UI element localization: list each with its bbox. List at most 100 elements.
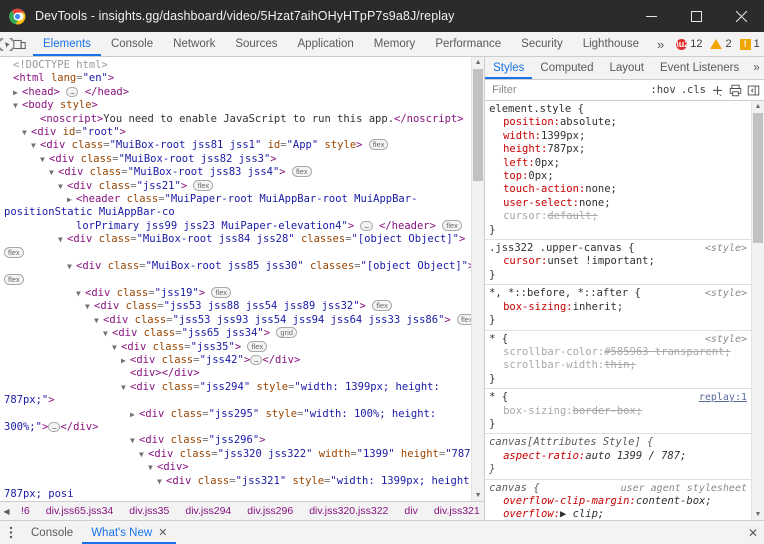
toggle-sidebar-icon[interactable] xyxy=(747,84,760,97)
tree-twisty-icon[interactable] xyxy=(130,434,139,447)
breadcrumb-item[interactable]: div.jss35 xyxy=(121,505,177,517)
breadcrumb-item[interactable]: div.jss65.jss34 xyxy=(38,505,122,517)
tree-twisty-icon[interactable] xyxy=(13,86,22,99)
style-value[interactable]: none; xyxy=(579,197,611,209)
breadcrumb-item[interactable]: div.jss294 xyxy=(177,505,239,517)
dom-tree-node[interactable]: <div class="jss294" style="width: 1399px… xyxy=(0,381,484,408)
tree-twisty-icon[interactable] xyxy=(67,260,76,273)
tree-twisty-icon[interactable] xyxy=(40,153,49,166)
style-declaration[interactable]: overflow: ▶ clip; xyxy=(489,508,751,520)
styles-scroll-up-arrow[interactable]: ▲ xyxy=(752,101,764,112)
tree-twisty-icon[interactable] xyxy=(13,99,22,112)
dom-tree-node[interactable]: <div class="jss53 jss93 jss54 jss94 jss6… xyxy=(0,313,484,327)
style-property[interactable]: width: xyxy=(489,130,541,143)
breadcrumb-item[interactable]: div.jss320.jss322 xyxy=(301,505,396,517)
style-property[interactable]: scrollbar-color: xyxy=(489,346,604,359)
style-value[interactable]: thin; xyxy=(604,359,636,371)
tree-twisty-icon[interactable] xyxy=(58,180,67,193)
tab-memory[interactable]: Memory xyxy=(364,32,426,56)
tree-twisty-icon[interactable] xyxy=(121,354,130,367)
style-declaration[interactable]: position: absolute; xyxy=(489,116,751,129)
styles-filter-input[interactable] xyxy=(490,83,646,97)
style-declaration[interactable]: user-select: none; xyxy=(489,197,751,210)
tree-twisty-icon[interactable] xyxy=(157,475,166,488)
style-rule[interactable]: canvas[Attributes Style] {aspect-ratio: … xyxy=(485,434,751,480)
tab-network[interactable]: Network xyxy=(163,32,225,56)
style-property[interactable]: box-sizing: xyxy=(489,301,573,314)
dom-tree-node[interactable]: <div id="root"> xyxy=(0,126,484,139)
style-declaration[interactable]: cursor: default; xyxy=(489,210,751,223)
dom-tree-node[interactable]: <div class="MuiBox-root jss84 jss28" cla… xyxy=(0,233,484,260)
tree-twisty-icon[interactable] xyxy=(148,461,157,474)
style-rule[interactable]: .jss322 .upper-canvas {<style> cursor: un… xyxy=(485,240,751,286)
style-rule-selector[interactable]: element.style { xyxy=(489,103,751,116)
dom-tree-node[interactable]: <noscript>You need to enable JavaScript … xyxy=(0,113,484,126)
dom-tree-node[interactable]: <div class="jss53 jss88 jss54 jss89 jss3… xyxy=(0,300,484,313)
dom-tree-node[interactable]: lorPrimary jss99 jss23 MuiPaper-elevatio… xyxy=(0,219,484,233)
dom-tree-node[interactable]: <div class="jss321" style="width: 1399px… xyxy=(0,475,484,501)
style-declaration[interactable]: cursor: unset !important; xyxy=(489,255,751,268)
dom-tree-node[interactable]: <div class="MuiBox-root jss83 jss4"> fle… xyxy=(0,166,484,179)
style-value[interactable]: 787px; xyxy=(547,143,585,155)
style-rule-selector[interactable]: canvas[Attributes Style] { xyxy=(489,436,751,449)
style-property[interactable]: height: xyxy=(489,143,547,156)
breadcrumb-item[interactable]: !6 xyxy=(13,505,38,517)
style-value[interactable]: none; xyxy=(585,183,617,195)
style-declaration[interactable]: width: 1399px; xyxy=(489,130,751,143)
style-property[interactable]: cursor: xyxy=(489,255,547,268)
minimize-button[interactable] xyxy=(629,0,674,32)
style-declaration[interactable]: box-sizing: border-box; xyxy=(489,405,751,418)
style-declaration[interactable]: left: 0px; xyxy=(489,157,751,170)
dom-tree-node[interactable]: <div class="MuiBox-root jss82 jss3"> xyxy=(0,153,484,166)
dom-tree-node[interactable]: <div></div> xyxy=(0,367,484,380)
dom-tree-node[interactable]: <div class="jss35"> flex xyxy=(0,340,484,354)
warning-count-badge[interactable]: 2 xyxy=(706,38,735,50)
dom-tree-node[interactable]: <head> … </head> xyxy=(0,86,484,99)
style-rule[interactable]: element.style {position: absolute; width:… xyxy=(485,101,751,241)
tree-twisty-icon[interactable] xyxy=(58,233,67,246)
plus-icon[interactable] xyxy=(711,84,724,97)
breadcrumb-item[interactable]: div xyxy=(396,505,425,517)
style-declaration[interactable]: touch-action: none; xyxy=(489,183,751,196)
style-value[interactable]: absolute; xyxy=(560,116,617,128)
tree-twisty-icon[interactable] xyxy=(130,408,139,421)
style-property[interactable]: touch-action: xyxy=(489,183,585,196)
device-toolbar-icon[interactable] xyxy=(13,32,26,56)
drawer-tab-console[interactable]: Console xyxy=(22,521,82,544)
tree-twisty-icon[interactable] xyxy=(22,126,31,139)
styles-scroll-down-arrow[interactable]: ▼ xyxy=(752,509,764,520)
tree-twisty-icon[interactable] xyxy=(139,448,148,461)
style-rule[interactable]: * {replay:1 box-sizing: border-box;} xyxy=(485,389,751,435)
print-media-icon[interactable] xyxy=(729,84,742,97)
style-declaration[interactable]: scrollbar-color: #585963 transparent; xyxy=(489,346,751,359)
dom-tree-node[interactable]: <div class="MuiBox-root jss81 jss1" id="… xyxy=(0,139,484,152)
element-classes-button[interactable]: .cls xyxy=(681,84,706,96)
styles-more-tabs-icon[interactable]: » xyxy=(747,57,764,79)
tree-twisty-icon[interactable] xyxy=(112,341,121,354)
tab-sources[interactable]: Sources xyxy=(225,32,287,56)
dom-tree-node[interactable]: <header class="MuiPaper-root MuiAppBar-r… xyxy=(0,193,484,220)
style-property[interactable]: position: xyxy=(489,116,560,129)
error-count-badge[interactable]: \u2715 12 xyxy=(672,38,706,50)
dom-tree-node[interactable]: <div> xyxy=(0,461,484,474)
breadcrumb-left-arrow[interactable]: ◀ xyxy=(0,507,13,516)
tree-twisty-icon[interactable] xyxy=(121,381,130,394)
style-rule[interactable]: canvas {user agent stylesheet overflow-cl… xyxy=(485,480,751,520)
tree-twisty-icon[interactable] xyxy=(85,300,94,313)
style-value[interactable]: 0px; xyxy=(528,170,553,182)
style-property[interactable]: aspect-ratio: xyxy=(489,450,585,463)
style-value[interactable]: #585963 transparent; xyxy=(604,346,730,358)
dom-tree-node[interactable]: <div class="jss320 jss322" width="1399" … xyxy=(0,448,484,461)
issue-count-badge[interactable]: ! 1 xyxy=(736,38,764,50)
dom-tree-node[interactable]: <!DOCTYPE html> xyxy=(0,59,484,72)
tree-twisty-icon[interactable] xyxy=(76,287,85,300)
style-value[interactable]: border-box; xyxy=(573,405,643,417)
style-declaration[interactable]: top: 0px; xyxy=(489,170,751,183)
tab-elements[interactable]: Elements xyxy=(33,32,101,56)
drawer-close-icon[interactable]: ✕ xyxy=(748,526,758,540)
tab-security[interactable]: Security xyxy=(511,32,573,56)
styles-rules-list[interactable]: element.style {position: absolute; width:… xyxy=(485,101,764,520)
breadcrumb-item[interactable]: div.jss296 xyxy=(239,505,301,517)
inspect-element-icon[interactable] xyxy=(0,32,13,56)
dom-tree-node[interactable]: <div class="jss65 jss34"> grid xyxy=(0,327,484,340)
